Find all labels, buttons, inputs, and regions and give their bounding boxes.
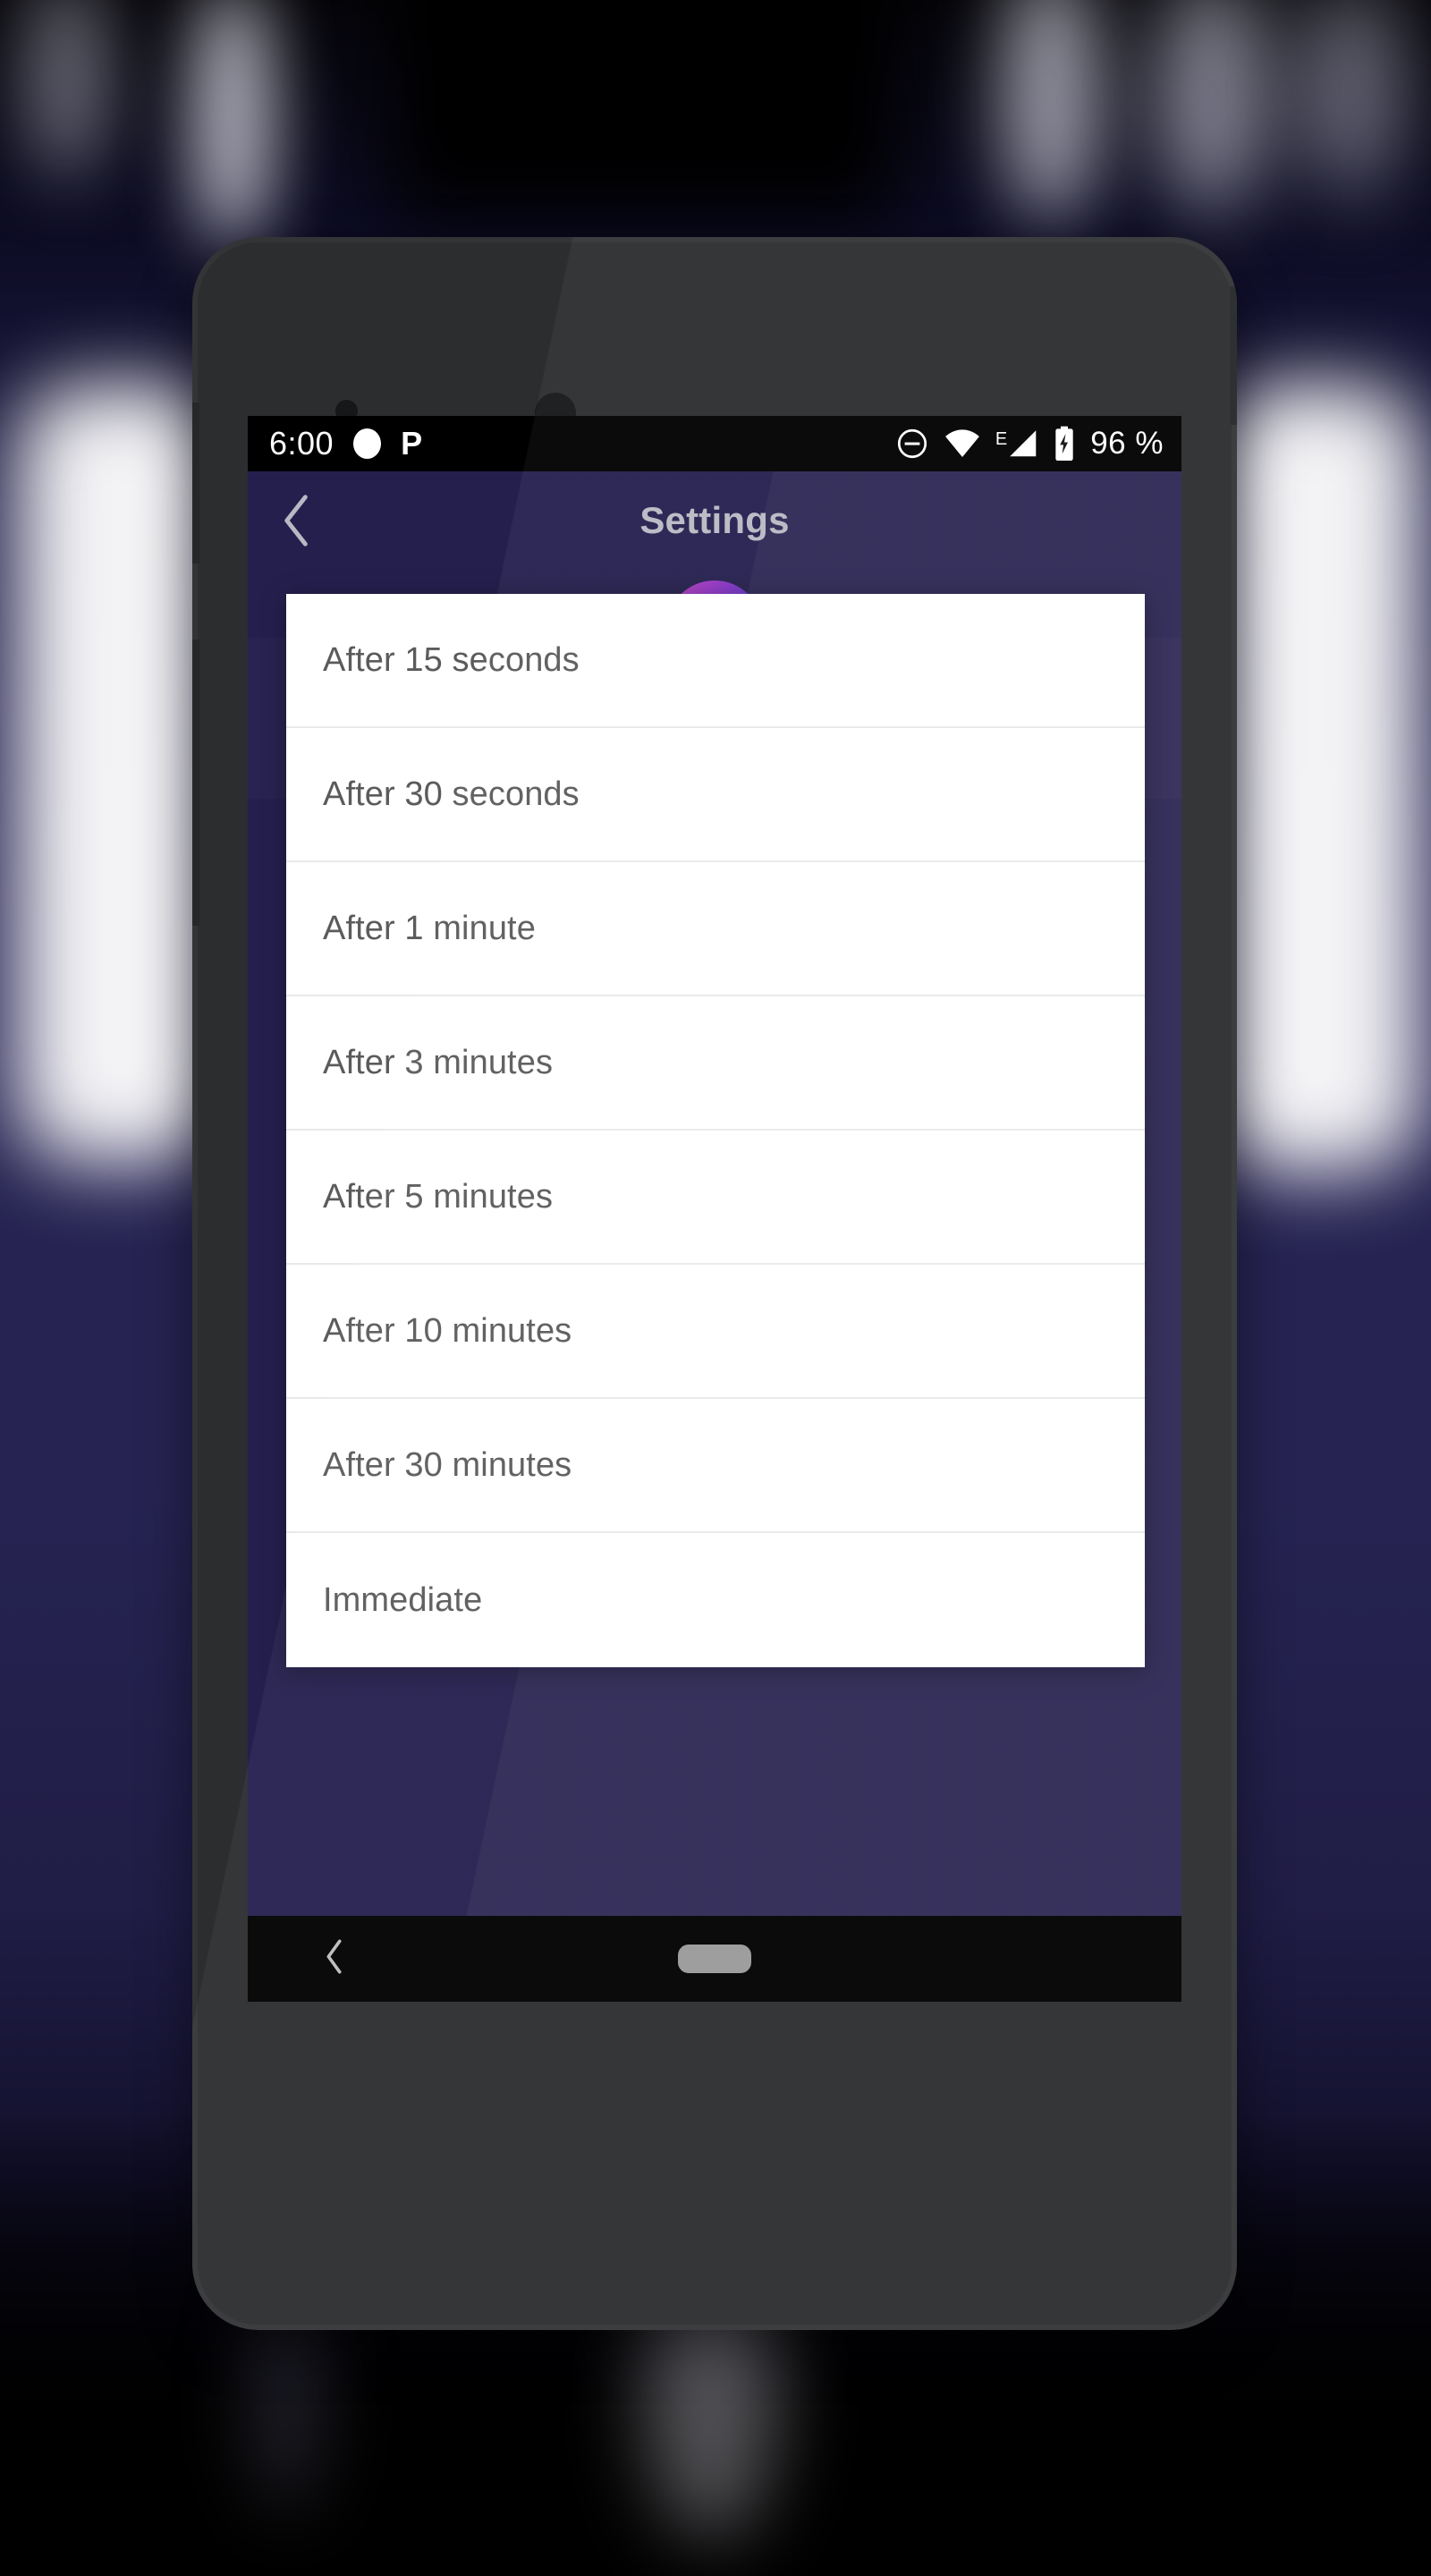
- dialog-option-row[interactable]: Immediate: [286, 1533, 1145, 1667]
- wifi-icon: [944, 429, 979, 458]
- dialog-option-label: After 15 seconds: [323, 640, 580, 679]
- dialog-option-label: Immediate: [323, 1580, 483, 1619]
- background-glow-top-left-a: [27, 0, 107, 179]
- dialog-option-label: After 5 minutes: [323, 1177, 554, 1216]
- background-glow-top-right-b: [1154, 0, 1270, 215]
- dialog-option-label: After 1 minute: [323, 909, 536, 947]
- side-button-right[interactable]: [1230, 286, 1237, 425]
- network-type-label: E: [995, 429, 1008, 449]
- dialog-option-label: After 30 seconds: [323, 775, 580, 813]
- do-not-disturb-icon: [897, 428, 927, 459]
- dialog-option-row[interactable]: After 30 seconds: [286, 728, 1145, 862]
- cellular-signal-icon: E: [995, 428, 1038, 459]
- phone-screen: 6:00 P E 96 % Settings After 15 seconds …: [248, 416, 1181, 2002]
- status-bar: 6:00 P E 96 %: [248, 416, 1181, 471]
- background-glow-right-bar: [1215, 385, 1420, 1172]
- page-title: Settings: [639, 499, 790, 541]
- dialog-option-label: After 3 minutes: [323, 1043, 554, 1081]
- dialog-option-row[interactable]: After 1 minute: [286, 862, 1145, 996]
- background-glow-top-right-a: [1002, 0, 1100, 224]
- chevron-left-icon: [326, 1939, 342, 1974]
- dialog-option-row[interactable]: After 5 minutes: [286, 1131, 1145, 1265]
- status-bar-right: E 96 %: [895, 426, 1164, 462]
- battery-percentage-label: 96 %: [1090, 426, 1164, 461]
- dialog-option-row[interactable]: After 3 minutes: [286, 996, 1145, 1131]
- back-button[interactable]: [248, 471, 346, 570]
- system-navigation-bar: [248, 1916, 1181, 2002]
- chevron-left-icon: [284, 495, 308, 547]
- app-bar: Settings: [248, 471, 1181, 570]
- parking-p-icon: P: [401, 425, 423, 462]
- dialog-option-row[interactable]: After 15 seconds: [286, 594, 1145, 728]
- background-dark-top-blob: [394, 0, 894, 215]
- home-pill-button[interactable]: [678, 1945, 751, 1973]
- dialog-option-label: After 10 minutes: [323, 1311, 572, 1350]
- volume-button[interactable]: [192, 640, 199, 926]
- battery-charging-icon: [1055, 426, 1073, 461]
- power-button[interactable]: [192, 402, 199, 564]
- dialog-option-row[interactable]: After 30 minutes: [286, 1399, 1145, 1533]
- dialog-option-label: After 30 minutes: [323, 1445, 572, 1484]
- nav-back-button[interactable]: [322, 1938, 347, 1980]
- status-bar-left: 6:00 P: [269, 425, 422, 462]
- background-glow-top-right-c: [1297, 0, 1404, 197]
- phone-device: 6:00 P E 96 % Settings After 15 seconds …: [192, 237, 1237, 2330]
- notification-dot-icon: [353, 428, 382, 459]
- dialog-option-row[interactable]: After 10 minutes: [286, 1265, 1145, 1399]
- background-glow-top-left-b: [192, 0, 273, 250]
- status-bar-clock: 6:00: [269, 425, 334, 462]
- auto-lock-timeout-chooser-dialog: After 15 seconds After 30 seconds After 1 …: [286, 594, 1145, 1667]
